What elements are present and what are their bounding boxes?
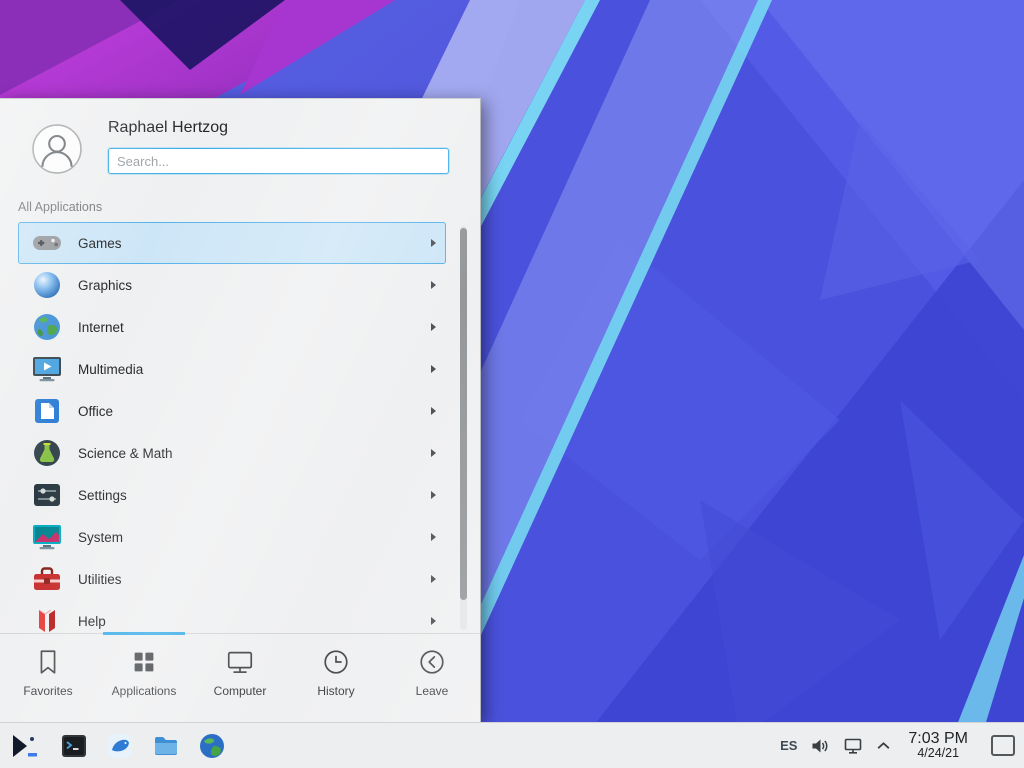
search-input[interactable]	[108, 148, 449, 174]
chevron-right-icon	[431, 281, 436, 289]
scrollbar-thumb[interactable]	[460, 228, 467, 600]
category-item-games[interactable]: Games	[18, 222, 446, 264]
desktop: Raphael Hertzog All Applications Games G…	[0, 0, 1024, 768]
show-desktop-button[interactable]	[991, 735, 1015, 756]
konsole-icon[interactable]	[60, 732, 88, 760]
tab-history[interactable]: History	[288, 634, 384, 723]
category-label: Science & Math	[78, 446, 431, 461]
leave-icon	[417, 647, 447, 677]
utilities-toolbox-icon	[31, 563, 63, 595]
apps-grid-icon	[129, 647, 159, 677]
scrollbar[interactable]	[460, 226, 467, 630]
category-list: Games Graphics Internet	[18, 222, 446, 632]
taskbar-left	[0, 729, 226, 763]
tab-computer[interactable]: Computer	[192, 634, 288, 723]
category-item-graphics[interactable]: Graphics	[18, 264, 446, 306]
category-label: Internet	[78, 320, 431, 335]
network-display-icon[interactable]	[843, 736, 863, 756]
section-label: All Applications	[18, 200, 102, 214]
category-item-settings[interactable]: Settings	[18, 474, 446, 516]
category-item-office[interactable]: Office	[18, 390, 446, 432]
system-tray: ES 7:03 PM 4/24/21	[780, 730, 1024, 761]
user-avatar[interactable]	[32, 124, 82, 174]
category-label: Graphics	[78, 278, 431, 293]
settings-sliders-icon	[31, 479, 63, 511]
multimedia-screen-icon	[31, 353, 63, 385]
science-flask-icon	[31, 437, 63, 469]
keyboard-layout-indicator[interactable]: ES	[780, 738, 797, 753]
tab-label: Favorites	[23, 684, 72, 698]
tray-expand-caret-icon[interactable]	[876, 740, 891, 751]
category-label: System	[78, 530, 431, 545]
tab-label: History	[317, 684, 354, 698]
category-item-internet[interactable]: Internet	[18, 306, 446, 348]
tab-label: Computer	[214, 684, 267, 698]
volume-icon[interactable]	[810, 736, 830, 756]
computer-icon	[225, 647, 255, 677]
globe-icon	[31, 311, 63, 343]
browser-globe-icon[interactable]	[198, 732, 226, 760]
chevron-right-icon	[431, 239, 436, 247]
tab-label: Leave	[416, 684, 449, 698]
application-launcher-button[interactable]	[8, 729, 42, 763]
user-avatar-icon	[32, 124, 82, 174]
office-document-icon	[31, 395, 63, 427]
kali-launcher-icon	[8, 729, 42, 763]
category-label: Utilities	[78, 572, 431, 587]
application-launcher-menu: Raphael Hertzog All Applications Games G…	[0, 98, 481, 722]
category-label: Multimedia	[78, 362, 431, 377]
bookmark-icon	[33, 647, 63, 677]
chevron-right-icon	[431, 491, 436, 499]
chevron-right-icon	[431, 533, 436, 541]
launcher-footer-tabs: Favorites Applications Computer History	[0, 633, 480, 723]
tab-label: Applications	[112, 684, 177, 698]
category-label: Games	[78, 236, 431, 251]
category-item-utilities[interactable]: Utilities	[18, 558, 446, 600]
category-label: Settings	[78, 488, 431, 503]
tab-applications[interactable]: Applications	[96, 634, 192, 723]
help-books-icon	[31, 605, 63, 632]
dolphin-icon[interactable]	[106, 732, 134, 760]
taskbar: ES 7:03 PM 4/24/21	[0, 722, 1024, 768]
category-item-multimedia[interactable]: Multimedia	[18, 348, 446, 390]
chevron-right-icon	[431, 575, 436, 583]
history-clock-icon	[321, 647, 351, 677]
gamepad-icon	[31, 227, 63, 259]
user-name: Raphael Hertzog	[108, 119, 228, 137]
chevron-right-icon	[431, 365, 436, 373]
tab-leave[interactable]: Leave	[384, 634, 480, 723]
category-item-science-math[interactable]: Science & Math	[18, 432, 446, 474]
chevron-right-icon	[431, 323, 436, 331]
chevron-right-icon	[431, 449, 436, 457]
category-label: Office	[78, 404, 431, 419]
system-monitor-icon	[31, 521, 63, 553]
category-label: Help	[78, 614, 431, 629]
folder-icon[interactable]	[152, 732, 180, 760]
clock-time: 7:03 PM	[908, 730, 968, 748]
clock-date: 4/24/21	[908, 747, 968, 761]
chevron-right-icon	[431, 617, 436, 625]
tab-favorites[interactable]: Favorites	[0, 634, 96, 723]
chevron-right-icon	[431, 407, 436, 415]
category-item-help[interactable]: Help	[18, 600, 446, 632]
graphics-sphere-icon	[31, 269, 63, 301]
category-item-system[interactable]: System	[18, 516, 446, 558]
digital-clock[interactable]: 7:03 PM 4/24/21	[908, 730, 968, 761]
